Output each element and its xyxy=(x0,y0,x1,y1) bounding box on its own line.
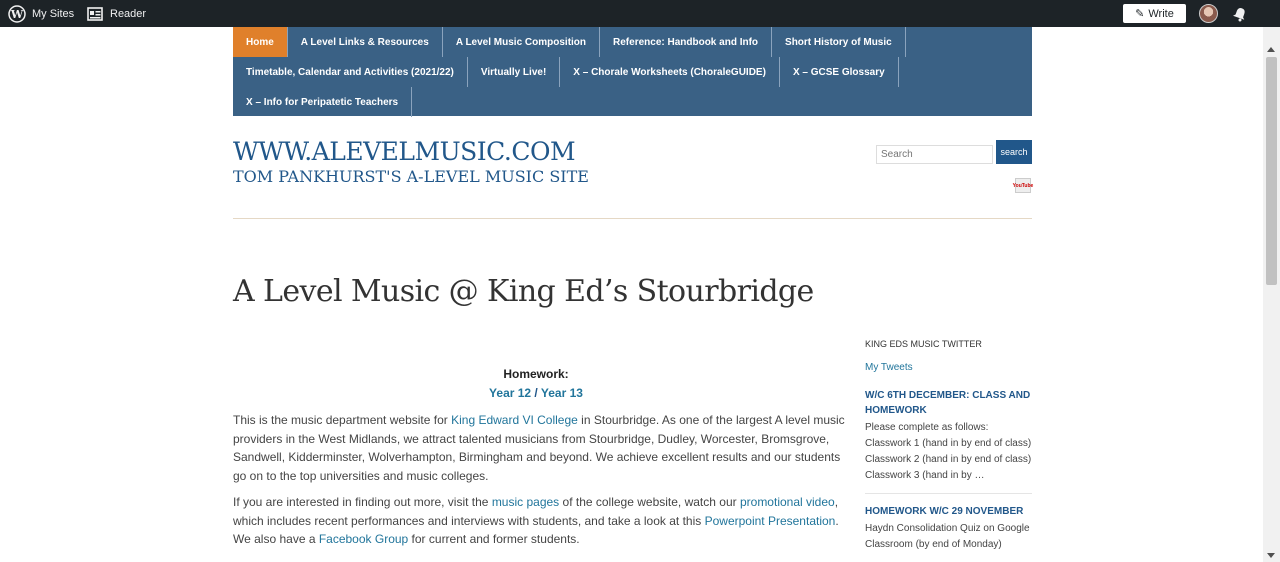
nav-item-gcse-glossary[interactable]: X – GCSE Glossary xyxy=(780,57,899,87)
nav-item-virtually-live[interactable]: Virtually Live! xyxy=(468,57,561,87)
scrollbar[interactable] xyxy=(1263,27,1280,562)
admin-bar: W My Sites Reader ✎ Write xyxy=(0,0,1280,27)
homework-label: Homework: xyxy=(503,367,569,381)
nav-item-timetable[interactable]: Timetable, Calendar and Activities (2021… xyxy=(233,57,468,87)
header-divider xyxy=(233,218,1032,219)
year13-link[interactable]: Year 13 xyxy=(541,386,583,400)
info-paragraph: If you are interested in finding out mor… xyxy=(233,495,839,546)
site-title[interactable]: WWW.ALEVELMUSIC.COM xyxy=(233,137,576,166)
wordpress-logo-icon[interactable]: W xyxy=(8,0,26,27)
youtube-icon[interactable]: YouTube xyxy=(1012,178,1034,193)
search-button[interactable]: search xyxy=(996,140,1032,164)
write-label: Write xyxy=(1148,7,1174,20)
search-input[interactable] xyxy=(876,145,993,164)
twitter-widget-title: KING EDS MUSIC TWITTER xyxy=(865,339,982,349)
link-separator: / xyxy=(531,386,541,400)
notifications-bell-icon[interactable] xyxy=(1232,0,1248,27)
youtube-icon-label: YouTube xyxy=(1012,182,1034,189)
powerpoint-link[interactable]: Powerpoint Presentation xyxy=(705,514,836,528)
nav-item-composition[interactable]: A Level Music Composition xyxy=(443,27,601,57)
sidebar: KING EDS MUSIC TWITTER My Tweets W/C 6TH… xyxy=(865,339,1032,553)
post-excerpt: Please complete as follows: Classwork 1 … xyxy=(865,422,1032,481)
page-title: A Level Music @ King Ed’s Stourbridge xyxy=(233,274,814,309)
year12-link[interactable]: Year 12 xyxy=(489,386,531,400)
scroll-down-arrow-icon[interactable] xyxy=(1267,553,1275,558)
scroll-up-arrow-icon[interactable] xyxy=(1267,47,1275,52)
music-pages-link[interactable]: music pages xyxy=(492,495,559,509)
write-button[interactable]: ✎ Write xyxy=(1123,4,1186,23)
site-description: TOM PANKHURST'S A-LEVEL MUSIC SITE xyxy=(233,167,589,186)
nav-item-chorale-worksheets[interactable]: X – Chorale Worksheets (ChoraleGUIDE) xyxy=(560,57,780,87)
nav-item-home[interactable]: Home xyxy=(233,27,288,57)
reader-icon[interactable] xyxy=(87,0,103,27)
svg-text:W: W xyxy=(10,8,24,21)
my-sites-link[interactable]: My Sites xyxy=(32,0,74,27)
nav-item-short-history[interactable]: Short History of Music xyxy=(772,27,906,57)
promotional-video-link[interactable]: promotional video xyxy=(740,495,835,509)
avatar[interactable] xyxy=(1199,4,1218,23)
intro-paragraph: This is the music department website for… xyxy=(233,413,845,483)
king-edward-link[interactable]: King Edward VI College xyxy=(451,413,578,427)
homework-links: Year 12 / Year 13 xyxy=(233,386,839,400)
reader-link[interactable]: Reader xyxy=(110,0,146,27)
post-title[interactable]: W/C 6TH DECEMBER: CLASS AND HOMEWORK xyxy=(865,388,1032,418)
post-title[interactable]: HOMEWORK W/C 29 NOVEMBER xyxy=(865,504,1032,519)
nav-item-links-resources[interactable]: A Level Links & Resources xyxy=(288,27,443,57)
nav-item-peripatetic-teachers[interactable]: X – Info for Peripatetic Teachers xyxy=(233,87,413,117)
nav-item-reference[interactable]: Reference: Handbook and Info xyxy=(600,27,773,57)
sidebar-divider xyxy=(865,493,1032,494)
my-tweets-link[interactable]: My Tweets xyxy=(865,362,913,373)
facebook-group-link[interactable]: Facebook Group xyxy=(319,532,408,546)
pen-icon: ✎ xyxy=(1135,8,1145,20)
post-excerpt: Haydn Consolidation Quiz on Google Class… xyxy=(865,523,1030,550)
main-navigation: Home A Level Links & Resources A Level M… xyxy=(233,27,1032,117)
scrollbar-thumb[interactable] xyxy=(1266,57,1277,285)
